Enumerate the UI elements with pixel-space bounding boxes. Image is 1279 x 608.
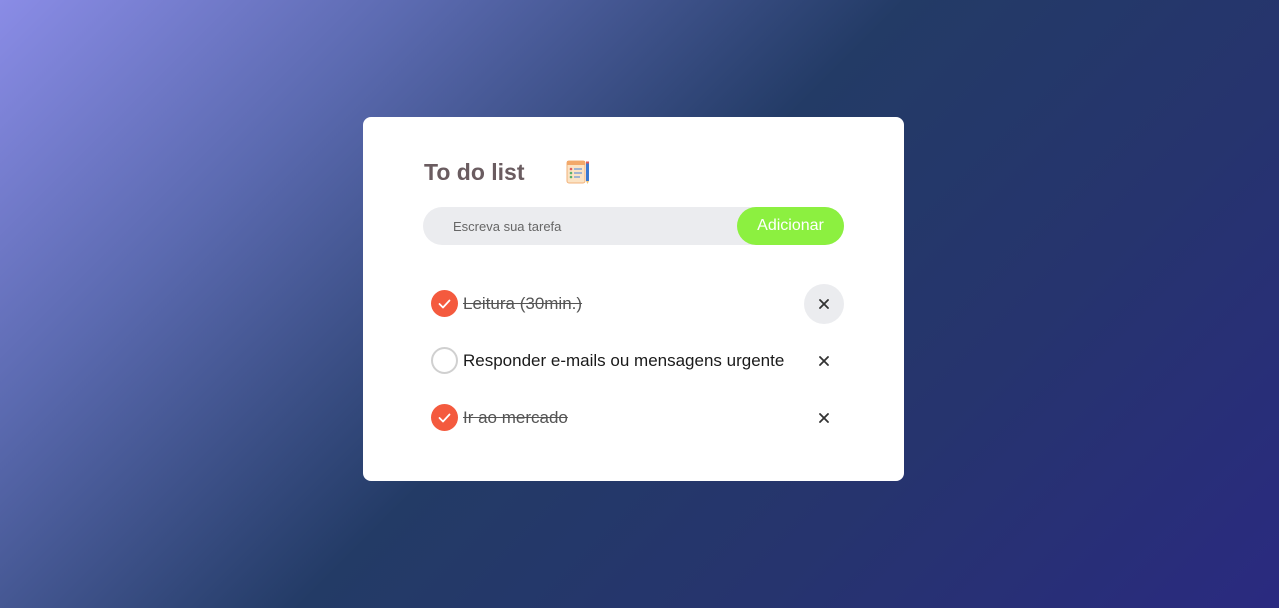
task-input[interactable] [423, 206, 737, 246]
close-icon [819, 412, 829, 423]
task-item[interactable]: Responder e-mails ou mensagens urgente [431, 332, 844, 389]
task-list: Leitura (30min.) Responder e-mails ou me… [431, 275, 844, 446]
delete-task-button[interactable] [804, 341, 844, 381]
close-icon [819, 355, 829, 366]
checkmark-icon [438, 413, 451, 422]
task-item[interactable]: Ir ao mercado [431, 389, 844, 446]
page-title: To do list [424, 158, 525, 185]
unchecked-checkbox[interactable] [431, 347, 458, 374]
notepad-icon [565, 159, 591, 185]
checkmark-icon [438, 299, 451, 308]
task-label: Responder e-mails ou mensagens urgente [463, 350, 785, 370]
task-label: Ir ao mercado [463, 407, 568, 427]
task-item[interactable]: Leitura (30min.) [431, 275, 844, 332]
header: To do list [424, 157, 591, 187]
checked-checkbox[interactable] [431, 404, 458, 431]
todo-card: To do list Adicionar [363, 117, 904, 481]
delete-task-button[interactable] [804, 283, 844, 324]
close-icon [819, 298, 829, 309]
add-button[interactable]: Adicionar [737, 207, 844, 245]
checked-checkbox[interactable] [431, 290, 458, 317]
delete-task-button[interactable] [804, 398, 844, 438]
task-label: Leitura (30min.) [463, 293, 583, 313]
new-task-form: Adicionar [423, 206, 844, 246]
